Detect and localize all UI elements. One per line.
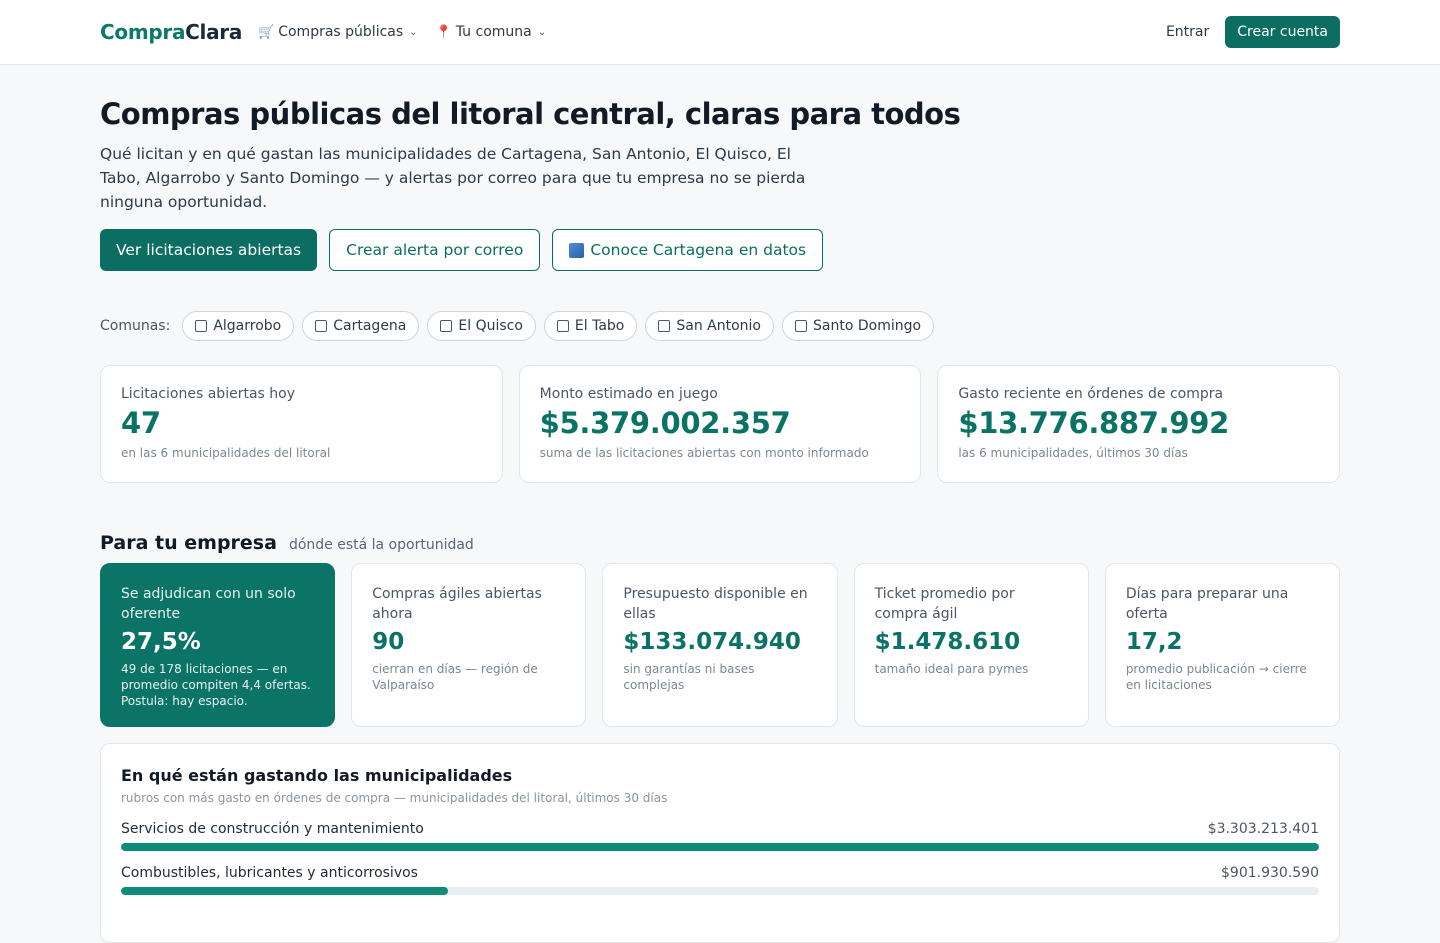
stat-card-estimated-amount: Monto estimado en juego $5.379.002.357 s… — [518, 365, 922, 483]
stat-card-recent-spend: Gasto reciente en órdenes de compra $13.… — [937, 365, 1341, 483]
chevron-down-icon: ⌄ — [409, 26, 418, 38]
stat-note: las 6 municipalidades, últimos 30 días — [958, 446, 1188, 460]
spend-bar-track — [121, 843, 1319, 851]
stat-note: suma de las licitaciones abiertas con mo… — [539, 446, 869, 460]
chevron-down-icon: ⌄ — [537, 26, 547, 38]
card-label: Días para preparar una oferta — [1125, 586, 1289, 622]
spend-row-amount: $3.303.213.401 — [1207, 821, 1319, 837]
spend-bar-fill — [121, 887, 449, 895]
view-open-tenders-button[interactable]: Ver licitaciones abiertas — [100, 229, 318, 271]
nav-comuna-label: Tu comuna — [455, 24, 532, 40]
card-note: 49 de 178 licitaciones — en promedio com… — [121, 662, 311, 708]
create-email-alert-label: Crear alerta por correo — [346, 241, 524, 259]
top-navbar: CompraClara 🛒 Compras públicas ⌄ 📍 Tu co… — [0, 0, 1440, 65]
comuna-chip-santo-domingo[interactable]: Santo Domingo — [782, 311, 935, 341]
login-button[interactable]: Entrar — [1166, 24, 1209, 40]
checkbox[interactable] — [795, 320, 807, 332]
checkbox[interactable] — [315, 320, 328, 332]
panel-subtitle: rubros con más gasto en órdenes de compr… — [121, 791, 668, 805]
card-label: Se adjudican con un solo oferente — [121, 586, 296, 622]
checkbox[interactable] — [556, 320, 569, 332]
card-note: promedio publicación → cierre en licitac… — [1125, 662, 1307, 692]
card-value: 17,2 — [1125, 629, 1183, 655]
comuna-chip-cartagena[interactable]: Cartagena — [302, 311, 420, 341]
stat-note: en las 6 municipalidades del litoral — [121, 446, 331, 460]
chip-label: Algarrobo — [213, 318, 282, 334]
card-note: tamaño ideal para pymes — [874, 662, 1029, 676]
nav-compras-label: Compras públicas — [278, 24, 404, 40]
cartagena-data-button[interactable]: Conoce Cartagena en datos — [552, 229, 824, 271]
chip-label: El Tabo — [574, 318, 625, 334]
chip-label: El Quisco — [458, 318, 523, 334]
comuna-filter-label: Comunas: — [100, 318, 171, 334]
chip-label: Santo Domingo — [813, 318, 922, 334]
card-note: sin garantías ni bases complejas — [623, 662, 755, 692]
cube-icon — [569, 242, 585, 258]
comuna-chip-el-tabo[interactable]: El Tabo — [543, 311, 638, 341]
checkbox[interactable] — [440, 320, 453, 332]
stat-value: $13.776.887.992 — [958, 406, 1230, 440]
opportunity-card-avg-ticket: Ticket promedio por compra ágil $1.478.6… — [853, 563, 1089, 727]
nav-compras-dropdown[interactable]: 🛒 Compras públicas ⌄ — [258, 24, 418, 40]
section-subtitle: dónde está la oportunidad — [288, 537, 474, 553]
pin-icon: 📍 — [435, 24, 452, 40]
spend-row-label: Servicios de construcción y mantenimient… — [121, 821, 424, 837]
stat-card-open-tenders: Licitaciones abiertas hoy 47 en las 6 mu… — [100, 365, 503, 483]
brand-part-2: Clara — [185, 20, 243, 44]
hero-actions: Ver licitaciones abiertas Crear alerta p… — [100, 229, 824, 271]
empresa-section-header: Para tu empresa dónde está la oportunida… — [100, 532, 474, 554]
comuna-chip-el-quisco[interactable]: El Quisco — [427, 311, 536, 341]
card-label: Compras ágiles abiertas ahora — [372, 586, 542, 622]
opportunity-card-single-bidder: Se adjudican con un solo oferente 27,5% … — [100, 563, 336, 727]
opportunity-card-agile-purchases: Compras ágiles abiertas ahora 90 cierran… — [351, 563, 587, 727]
card-label: Presupuesto disponible en ellas — [623, 586, 808, 622]
card-value: $133.074.940 — [623, 629, 801, 655]
opportunity-card-budget: Presupuesto disponible en ellas $133.074… — [602, 563, 838, 727]
spending-panel: En qué están gastando las municipalidade… — [100, 743, 1340, 943]
spend-bar-track — [121, 887, 1319, 895]
page-title: Compras públicas del litoral central, cl… — [100, 97, 961, 131]
empresa-cards: Se adjudican con un solo oferente 27,5% … — [100, 563, 1341, 727]
checkbox[interactable] — [195, 320, 208, 332]
signup-button[interactable]: Crear cuenta — [1225, 16, 1340, 48]
opportunity-card-prep-days: Días para preparar una oferta 17,2 prome… — [1104, 563, 1341, 727]
brand-part-1: Compra — [100, 20, 186, 44]
spend-row-amount: $901.930.590 — [1221, 865, 1319, 881]
comuna-chip-algarrobo[interactable]: Algarrobo — [182, 311, 295, 341]
summary-stats: Licitaciones abiertas hoy 47 en las 6 mu… — [100, 365, 1341, 483]
card-value: 27,5% — [121, 629, 201, 655]
cart-icon: 🛒 — [258, 24, 275, 40]
stat-value: $5.379.002.357 — [539, 406, 791, 440]
brand-logo[interactable]: CompraClara — [100, 20, 242, 44]
stat-label: Licitaciones abiertas hoy — [121, 386, 295, 402]
stat-label: Gasto reciente en órdenes de compra — [958, 386, 1224, 402]
card-value: $1.478.610 — [874, 629, 1021, 655]
chip-label: Cartagena — [333, 318, 407, 334]
hero-subtitle: Qué licitan y en qué gastan las municipa… — [100, 145, 806, 211]
comuna-filter: Comunas: Algarrobo Cartagena El Quisco E… — [100, 311, 935, 341]
checkbox[interactable] — [658, 320, 671, 332]
spend-row: Combustibles, lubricantes y anticorrosiv… — [121, 865, 1319, 895]
nav-comuna-dropdown[interactable]: 📍 Tu comuna ⌄ — [436, 24, 547, 40]
stat-value: 47 — [121, 406, 161, 440]
section-title: Para tu empresa — [100, 532, 277, 554]
comuna-chip-san-antonio[interactable]: San Antonio — [645, 311, 774, 341]
chip-label: San Antonio — [676, 318, 761, 334]
stat-label: Monto estimado en juego — [539, 386, 718, 402]
spend-row-label: Combustibles, lubricantes y anticorrosiv… — [121, 865, 418, 881]
card-value: 90 — [372, 629, 405, 655]
cartagena-data-label: Conoce Cartagena en datos — [590, 241, 807, 259]
create-email-alert-button[interactable]: Crear alerta por correo — [329, 229, 541, 271]
panel-title: En qué están gastando las municipalidade… — [121, 766, 513, 785]
spend-bar-fill — [121, 843, 1319, 851]
card-note: cierran en días — región de Valparaíso — [372, 662, 538, 692]
spend-row: Servicios de construcción y mantenimient… — [121, 821, 1319, 851]
card-label: Ticket promedio por compra ágil — [874, 586, 1015, 622]
